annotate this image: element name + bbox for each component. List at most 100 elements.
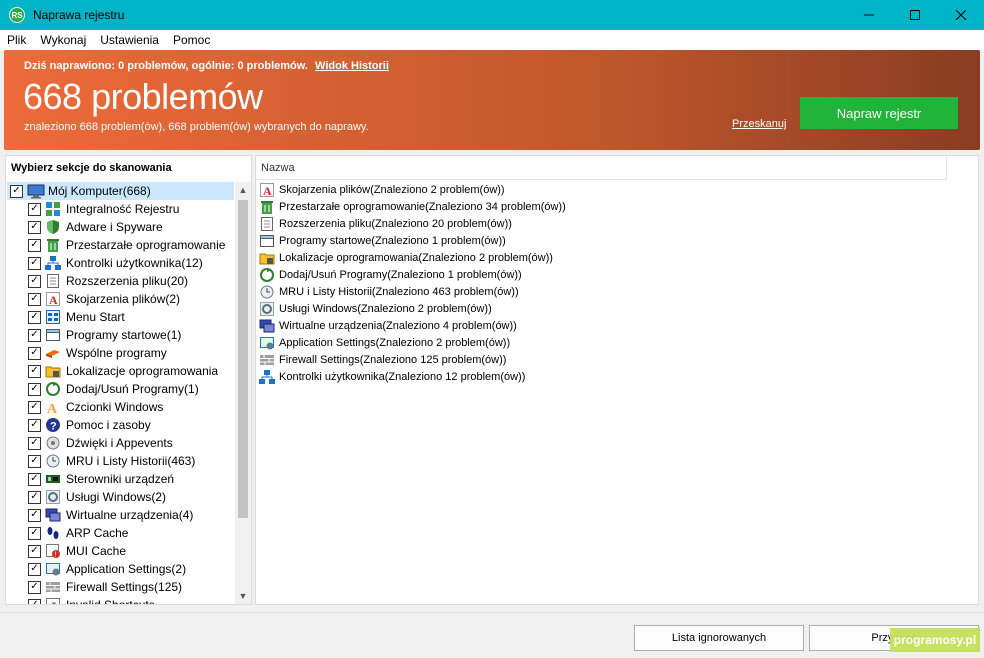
- checkbox[interactable]: ✓: [28, 238, 41, 252]
- tree-item[interactable]: ✓ Przestarzałe oprogramowanie: [28, 236, 233, 254]
- result-row[interactable]: Firewall Settings(Znaleziono 125 problem…: [259, 351, 959, 368]
- checkbox[interactable]: ✓: [28, 292, 41, 306]
- tree-item-label: Menu Start: [66, 310, 125, 324]
- tree-item[interactable]: ✓ Invalid Shortcuts: [28, 596, 233, 604]
- checkbox[interactable]: ✓: [28, 418, 41, 432]
- today-text: Dziś naprawiono: 0 problemów, ogólnie: 0…: [24, 60, 308, 72]
- result-row[interactable]: A Skojarzenia plików(Znaleziono 2 problem…: [259, 181, 959, 198]
- tree-item[interactable]: ✓ Dźwięki i Appevents: [28, 434, 233, 452]
- close-icon: [956, 10, 966, 20]
- checkbox[interactable]: ✓: [10, 184, 23, 198]
- checkbox[interactable]: ✓: [28, 580, 41, 594]
- results-panel: Nazwa A Skojarzenia plików(Znaleziono 2 p…: [255, 155, 979, 605]
- result-row[interactable]: Dodaj/Usuń Programy(Znaleziono 1 problem…: [259, 266, 959, 283]
- trash-icon: [259, 199, 275, 215]
- scroll-down-icon[interactable]: ▼: [235, 588, 251, 604]
- result-label: Lokalizacje oprogramowania(Znaleziono 2 …: [279, 251, 553, 264]
- tree-item[interactable]: ✓? Pomoc i zasoby: [28, 416, 233, 434]
- checkbox[interactable]: ✓: [28, 436, 41, 450]
- checkbox[interactable]: ✓: [28, 382, 41, 396]
- tree-item[interactable]: ✓ Wspólne programy: [28, 344, 233, 362]
- tree-item[interactable]: ✓ A Skojarzenia plików(2): [28, 290, 233, 308]
- title-bar: RS Naprawa rejestru: [0, 0, 984, 30]
- checkbox[interactable]: ✓: [28, 598, 41, 604]
- result-row[interactable]: Rozszerzenia pliku(Znaleziono 20 problem…: [259, 215, 959, 232]
- checkbox[interactable]: ✓: [28, 490, 41, 504]
- result-row[interactable]: Wirtualne urządzenia(Znaleziono 4 proble…: [259, 317, 959, 334]
- trash-icon: [45, 237, 61, 253]
- fix-registry-button[interactable]: Napraw rejestr: [800, 97, 958, 129]
- tree-item[interactable]: ✓ MRU i Listy Historii(463): [28, 452, 233, 470]
- result-row[interactable]: MRU i Listy Historii(Znaleziono 463 prob…: [259, 283, 959, 300]
- menu-pomoc[interactable]: Pomoc: [166, 33, 217, 47]
- problem-count-headline: 668 problemów: [23, 76, 263, 117]
- checkbox[interactable]: ✓: [28, 310, 41, 324]
- checkbox[interactable]: ✓: [28, 364, 41, 378]
- checkbox[interactable]: ✓: [28, 544, 41, 558]
- result-row[interactable]: Przestarzałe oprogramowanie(Znaleziono 3…: [259, 198, 959, 215]
- tree-item-label: Wirtualne urządzenia(4): [66, 508, 194, 522]
- footprints-icon: [45, 525, 61, 541]
- tree-item[interactable]: ✓ Sterowniki urządzeń: [28, 470, 233, 488]
- checkbox[interactable]: ✓: [28, 472, 41, 486]
- result-row[interactable]: Programy startowe(Znaleziono 1 problem(ó…: [259, 232, 959, 249]
- service-icon: [259, 301, 275, 317]
- checkbox[interactable]: ✓: [28, 346, 41, 360]
- shield-icon: [45, 219, 61, 235]
- checkbox[interactable]: ✓: [28, 274, 41, 288]
- tree-item[interactable]: ✓ Wirtualne urządzenia(4): [28, 506, 233, 524]
- virtual-device-icon: [45, 507, 61, 523]
- tree-item-label: Lokalizacje oprogramowania: [66, 364, 219, 378]
- tree-item[interactable]: ✓ Usługi Windows(2): [28, 488, 233, 506]
- checkbox[interactable]: ✓: [28, 220, 41, 234]
- scroll-thumb[interactable]: [238, 200, 248, 518]
- firewall-icon: [45, 579, 61, 595]
- tree-item-label: MUI Cache: [66, 544, 127, 558]
- ignored-list-button[interactable]: Lista ignorowanych: [634, 625, 804, 651]
- checkbox[interactable]: ✓: [28, 328, 41, 342]
- tree-item[interactable]: ✓ Rozszerzenia pliku(20): [28, 272, 233, 290]
- scroll-up-icon[interactable]: ▲: [235, 182, 251, 198]
- tree-item[interactable]: ✓ Menu Start: [28, 308, 233, 326]
- result-row[interactable]: Lokalizacje oprogramowania(Znaleziono 2 …: [259, 249, 959, 266]
- column-header-name[interactable]: Nazwa: [256, 156, 946, 180]
- rescan-link[interactable]: Przeskanuj: [732, 118, 786, 130]
- history-link[interactable]: Widok Historii: [315, 60, 389, 72]
- tree-item[interactable]: ✓ Integralność Rejestru: [28, 200, 233, 218]
- result-row[interactable]: Kontrolki użytkownika(Znaleziono 12 prob…: [259, 368, 959, 385]
- tree-item[interactable]: ✓ Programy startowe(1): [28, 326, 233, 344]
- checkbox[interactable]: ✓: [28, 454, 41, 468]
- folder-icon: [45, 363, 61, 379]
- tree-item[interactable]: ✓ Kontrolki użytkownika(12): [28, 254, 233, 272]
- menu-wykonaj[interactable]: Wykonaj: [33, 33, 93, 47]
- checkbox[interactable]: ✓: [28, 202, 41, 216]
- tree-item[interactable]: ✓ ARP Cache: [28, 524, 233, 542]
- tree-item[interactable]: ✓ Lokalizacje oprogramowania: [28, 362, 233, 380]
- minimize-button[interactable]: [846, 0, 892, 30]
- checkbox[interactable]: ✓: [28, 400, 41, 414]
- tree-item[interactable]: ✓ Dodaj/Usuń Programy(1): [28, 380, 233, 398]
- tree-item[interactable]: ✓ Adware i Spyware: [28, 218, 233, 236]
- close-button[interactable]: [938, 0, 984, 30]
- checkbox[interactable]: ✓: [28, 508, 41, 522]
- tree-item-label: MRU i Listy Historii(463): [66, 454, 196, 468]
- checkbox[interactable]: ✓: [28, 526, 41, 540]
- tree-scrollbar[interactable]: ▲ ▼: [235, 182, 251, 604]
- tree-item[interactable]: ✓ Application Settings(2): [28, 560, 233, 578]
- menu-ustawienia[interactable]: Ustawienia: [93, 33, 166, 47]
- result-row[interactable]: Application Settings(Znaleziono 2 proble…: [259, 334, 959, 351]
- result-row[interactable]: Usługi Windows(Znaleziono 2 problem(ów)): [259, 300, 959, 317]
- tree-item[interactable]: ✓ Firewall Settings(125): [28, 578, 233, 596]
- checkbox[interactable]: ✓: [28, 256, 41, 270]
- tree-item-label: Pomoc i zasoby: [66, 418, 151, 432]
- history-icon: [45, 453, 61, 469]
- network-icon: [259, 369, 275, 385]
- menu-plik[interactable]: Plik: [0, 33, 33, 47]
- checkbox[interactable]: ✓: [28, 562, 41, 576]
- tree-item[interactable]: ✓! MUI Cache: [28, 542, 233, 560]
- tree-root-my-computer[interactable]: ✓ Mój Komputer(668): [7, 182, 234, 200]
- svg-text:A: A: [47, 402, 58, 415]
- maximize-button[interactable]: [892, 0, 938, 30]
- tree-item[interactable]: ✓ A Czcionki Windows: [28, 398, 233, 416]
- section-tree: ✓ Integralność Rejestru ✓ Adware i Spyware ✓…: [28, 200, 233, 604]
